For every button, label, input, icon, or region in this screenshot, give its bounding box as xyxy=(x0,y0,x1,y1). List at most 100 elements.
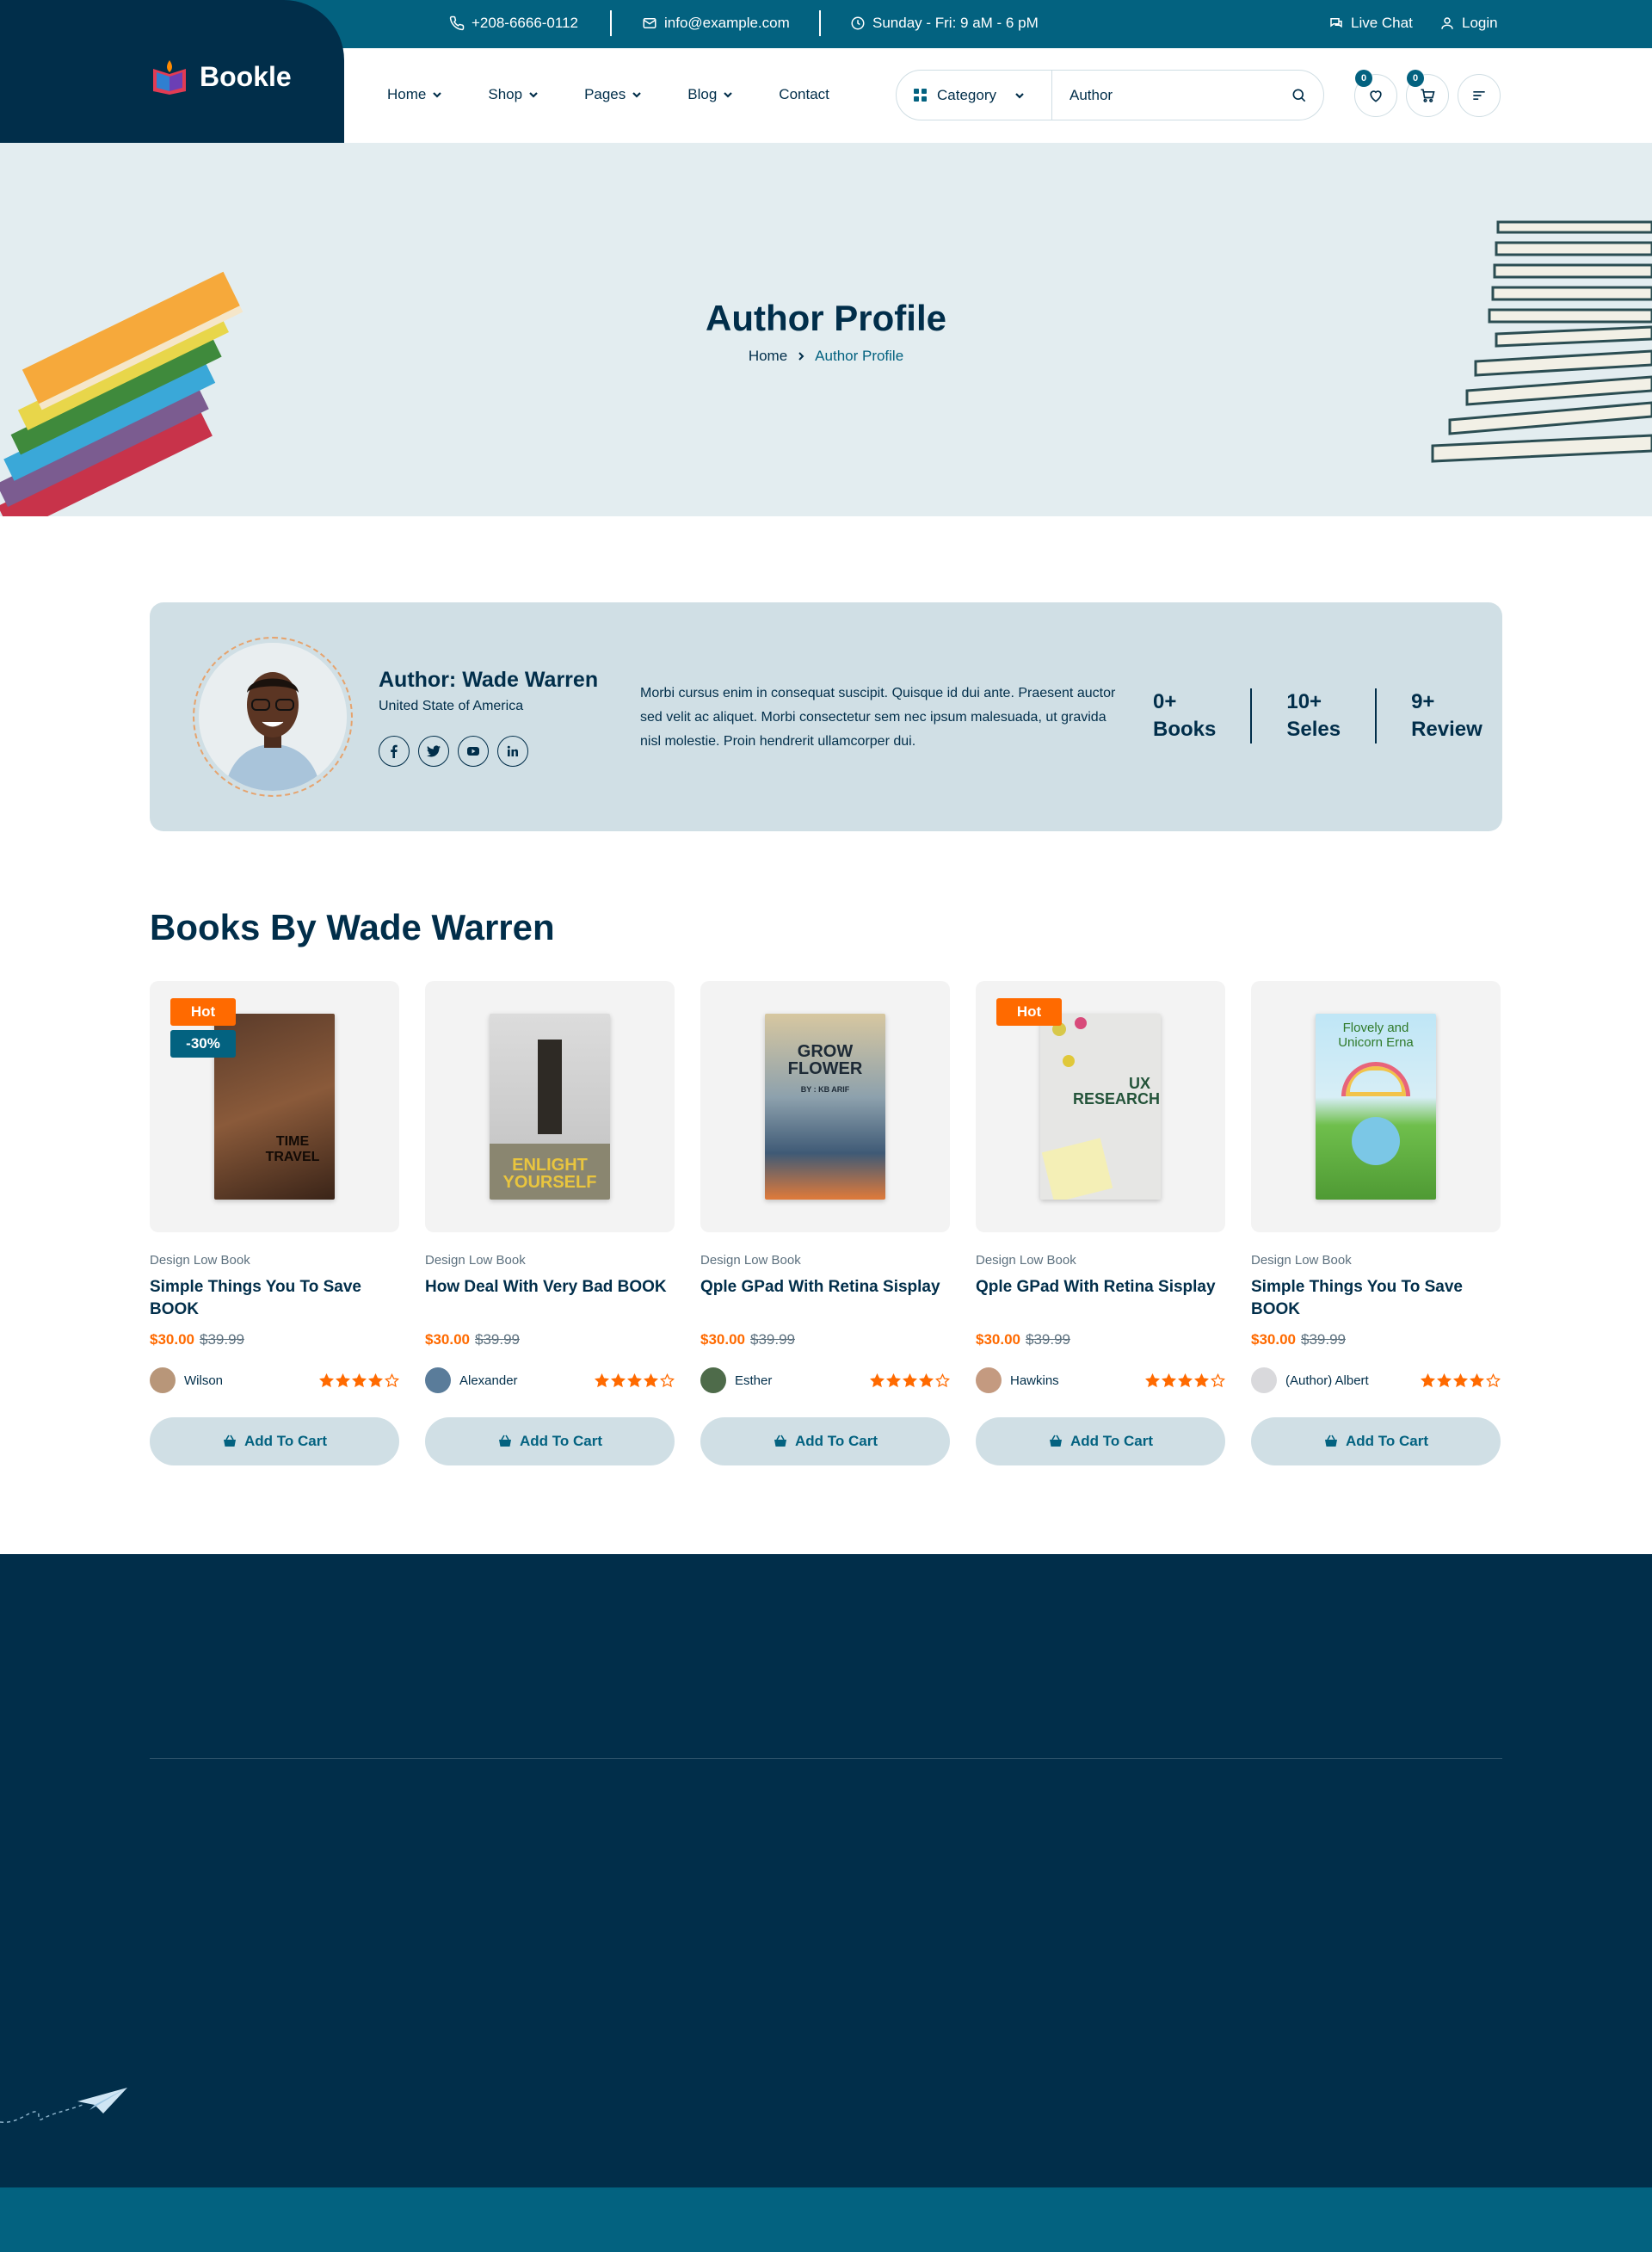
star-filled-icon xyxy=(919,1373,934,1387)
rating-stars xyxy=(870,1373,950,1388)
book-price: $30.00 $39.99 xyxy=(700,1331,950,1348)
book-cover-title: GROW FLOWER xyxy=(787,1042,863,1078)
menu-button[interactable] xyxy=(1458,74,1501,117)
price-old: $39.99 xyxy=(1026,1331,1070,1348)
door-graphic xyxy=(538,1040,562,1134)
book-price: $30.00 $39.99 xyxy=(425,1331,675,1348)
add-to-cart-button[interactable]: Add To Cart xyxy=(1251,1417,1501,1465)
rating-stars xyxy=(1145,1373,1225,1388)
author-location: United State of America xyxy=(379,699,524,713)
star-empty-icon xyxy=(385,1373,399,1387)
book-title[interactable]: Simple Things You To Save BOOK xyxy=(1251,1276,1501,1321)
author-name: (Author) Albert xyxy=(1285,1373,1369,1388)
book-card[interactable]: UX RESEARCH Hot Design Low Book Qple GPa… xyxy=(976,981,1225,1465)
chevron-down-icon xyxy=(724,92,733,98)
book-category[interactable]: Design Low Book xyxy=(150,1253,399,1268)
page-banner: Author Profile Home Author Profile xyxy=(0,143,1652,516)
book-category[interactable]: Design Low Book xyxy=(976,1253,1225,1268)
live-chat-link[interactable]: Live Chat xyxy=(1328,15,1413,32)
book-cover: GROW FLOWER BY : KB ARIF xyxy=(765,1014,885,1200)
book-author[interactable]: Alexander xyxy=(425,1367,518,1393)
book-category[interactable]: Design Low Book xyxy=(700,1253,950,1268)
book-thumbnail[interactable]: Flovely and Unicorn Erna xyxy=(1251,981,1501,1232)
decor-ball xyxy=(1063,1055,1075,1067)
book-price: $30.00 $39.99 xyxy=(1251,1331,1501,1348)
stat-value: 10+ xyxy=(1286,690,1322,713)
star-filled-icon xyxy=(595,1373,609,1387)
heart-icon xyxy=(1370,90,1382,102)
add-to-cart-button[interactable]: Add To Cart xyxy=(700,1417,950,1465)
book-category[interactable]: Design Low Book xyxy=(1251,1253,1501,1268)
book-category[interactable]: Design Low Book xyxy=(425,1253,675,1268)
book-title[interactable]: Qple GPad With Retina Sisplay xyxy=(976,1276,1225,1321)
email-contact[interactable]: info@example.com xyxy=(642,15,790,32)
discount-badge: -30% xyxy=(170,1030,236,1058)
cart-button[interactable]: 0 xyxy=(1406,70,1449,117)
star-filled-icon xyxy=(1162,1373,1176,1387)
book-title[interactable]: Simple Things You To Save BOOK xyxy=(150,1276,399,1321)
brand-logo[interactable]: Bookle xyxy=(148,57,292,96)
twitter-icon xyxy=(427,745,441,757)
social-links xyxy=(379,736,528,767)
book-card[interactable]: GROW FLOWER BY : KB ARIF Design Low Book… xyxy=(700,981,950,1465)
book-card[interactable]: ENLIGHT YOURSELF Design Low Book How Dea… xyxy=(425,981,675,1465)
book-title[interactable]: How Deal With Very Bad BOOK xyxy=(425,1276,675,1321)
add-to-cart-button[interactable]: Add To Cart xyxy=(976,1417,1225,1465)
unicorn-graphic xyxy=(1352,1117,1400,1165)
book-title[interactable]: Qple GPad With Retina Sisplay xyxy=(700,1276,950,1321)
category-select[interactable]: Category xyxy=(897,71,1052,120)
nav-pages-label: Pages xyxy=(584,86,626,102)
nav-shop[interactable]: Shop xyxy=(488,86,539,103)
book-card[interactable]: TIME TRAVEL Hot -30% Design Low Book Sim… xyxy=(150,981,399,1465)
book-thumbnail[interactable]: TIME TRAVEL Hot -30% xyxy=(150,981,399,1232)
author-name: Alexander xyxy=(459,1373,518,1388)
add-to-cart-button[interactable]: Add To Cart xyxy=(150,1417,399,1465)
book-author[interactable]: Esther xyxy=(700,1367,772,1393)
book-cover-title: ENLIGHT YOURSELF xyxy=(502,1156,597,1192)
facebook-link[interactable] xyxy=(379,736,410,767)
twitter-link[interactable] xyxy=(418,736,449,767)
basket-icon xyxy=(774,1434,786,1447)
star-empty-icon xyxy=(1211,1373,1225,1387)
book-thumbnail[interactable]: UX RESEARCH Hot xyxy=(976,981,1225,1232)
nav-home[interactable]: Home xyxy=(387,86,443,103)
nav-contact[interactable]: Contact xyxy=(779,86,829,103)
book-thumbnail[interactable]: ENLIGHT YOURSELF xyxy=(425,981,675,1232)
book-card[interactable]: Flovely and Unicorn Erna Design Low Book… xyxy=(1251,981,1501,1465)
linkedin-link[interactable] xyxy=(497,736,528,767)
youtube-icon xyxy=(467,747,479,756)
search-input[interactable] xyxy=(1052,86,1275,104)
breadcrumb-home[interactable]: Home xyxy=(749,348,787,365)
wishlist-button[interactable]: 0 xyxy=(1354,70,1397,117)
book-thumbnail[interactable]: GROW FLOWER BY : KB ARIF xyxy=(700,981,950,1232)
book-author[interactable]: Wilson xyxy=(150,1367,223,1393)
book-author[interactable]: (Author) Albert xyxy=(1251,1367,1369,1393)
book-author[interactable]: Hawkins xyxy=(976,1367,1059,1393)
add-to-cart-button[interactable]: Add To Cart xyxy=(425,1417,675,1465)
star-filled-icon xyxy=(1470,1373,1484,1387)
search-icon xyxy=(1292,89,1306,102)
nav-pages[interactable]: Pages xyxy=(584,86,643,103)
book-stack-left-image xyxy=(0,271,243,516)
hours-text: Sunday - Fri: 9 aM - 6 pM xyxy=(872,15,1039,31)
chat-icon xyxy=(1330,18,1342,28)
nav-blog[interactable]: Blog xyxy=(687,86,734,103)
login-link[interactable]: Login xyxy=(1439,15,1498,32)
price-current: $30.00 xyxy=(425,1331,470,1348)
email-text: info@example.com xyxy=(664,15,790,31)
star-filled-icon xyxy=(1437,1373,1452,1387)
book-cover: Flovely and Unicorn Erna xyxy=(1316,1014,1436,1200)
search-button[interactable] xyxy=(1275,87,1323,104)
rating-stars xyxy=(595,1373,675,1388)
stat-sales: 10+ Seles xyxy=(1250,688,1375,743)
book-stack-right-image xyxy=(1431,220,1652,463)
author-name: Wilson xyxy=(184,1373,224,1388)
user-icon xyxy=(1441,17,1453,29)
book-cover-title: Flovely and Unicorn Erna xyxy=(1338,1021,1414,1050)
wishlist-count: 0 xyxy=(1355,70,1372,87)
book-logo-icon xyxy=(153,60,186,95)
phone-contact[interactable]: +208-6666-0112 xyxy=(449,15,578,32)
author-name: Hawkins xyxy=(1010,1373,1059,1388)
login-label: Login xyxy=(1462,15,1498,31)
youtube-link[interactable] xyxy=(458,736,489,767)
